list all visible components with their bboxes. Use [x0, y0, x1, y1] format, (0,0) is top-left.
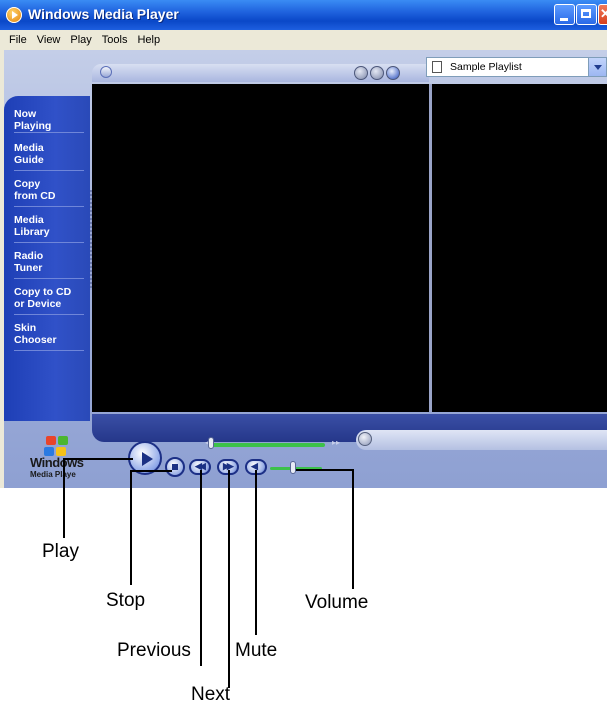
- volume-callout-line: [352, 469, 354, 589]
- menu-view[interactable]: View: [37, 34, 61, 46]
- next-callout-line: [228, 470, 230, 688]
- task-divider: [14, 314, 84, 315]
- maximize-button[interactable]: [576, 4, 597, 25]
- task-divider: [14, 206, 84, 207]
- previous-callout-line: [200, 470, 202, 666]
- play-callout-line: [63, 458, 65, 538]
- flag-red: [46, 436, 56, 445]
- document-icon: [432, 61, 442, 73]
- view-options-button[interactable]: [100, 66, 112, 78]
- stop-callout-line: [130, 470, 172, 472]
- title-bar[interactable]: Windows Media Player: [0, 0, 607, 30]
- volume-callout-line: [296, 469, 354, 471]
- next-callout-label: Next: [191, 684, 231, 705]
- playlist-pane[interactable]: [432, 84, 607, 412]
- shuffle-icon[interactable]: [358, 432, 372, 446]
- close-button[interactable]: [598, 4, 607, 25]
- window-title: Windows Media Player: [28, 6, 179, 22]
- fast-forward-icon: ▸▸: [332, 438, 341, 447]
- previous-callout-label: Previous: [117, 640, 191, 661]
- play-callout-label: Play: [42, 541, 79, 562]
- task-media-library[interactable]: Media Library: [14, 214, 86, 238]
- playlist-toggle-icon[interactable]: [386, 66, 400, 80]
- task-copy-from-cd[interactable]: Copy from CD: [14, 178, 86, 202]
- task-skin-chooser[interactable]: Skin Chooser: [14, 322, 86, 346]
- task-copy-to-cd[interactable]: Copy to CD or Device: [14, 286, 86, 310]
- volume-thumb[interactable]: [290, 461, 296, 474]
- playlist-control-strip: [356, 430, 607, 450]
- player-body: Now Playing Media Guide Copy from CD Media L…: [4, 50, 607, 488]
- media-player-window: Windows Media Player File View Play Tool…: [0, 0, 607, 488]
- stop-callout-label: Stop: [106, 590, 146, 611]
- task-divider: [14, 132, 84, 133]
- task-divider: [14, 350, 84, 351]
- menu-help[interactable]: Help: [137, 34, 160, 46]
- minimize-button[interactable]: [554, 4, 575, 25]
- mute-callout-line: [255, 470, 257, 635]
- mute-callout-label: Mute: [235, 640, 278, 661]
- playlist-select[interactable]: Sample Playlist: [426, 57, 607, 77]
- task-divider: [14, 278, 84, 279]
- playlist-name: Sample Playlist: [450, 61, 522, 73]
- menu-play[interactable]: Play: [70, 34, 91, 46]
- video-area[interactable]: [92, 84, 429, 412]
- logo-subtext: Media Playe: [30, 470, 76, 479]
- menu-bar: File View Play Tools Help: [0, 30, 607, 50]
- chevron-down-icon[interactable]: [588, 58, 606, 76]
- seek-bar[interactable]: [212, 443, 325, 447]
- equalizer-icon[interactable]: [370, 66, 384, 80]
- task-radio-tuner[interactable]: Radio Tuner: [14, 250, 86, 274]
- visualization-icon[interactable]: [354, 66, 368, 80]
- menu-file[interactable]: File: [9, 34, 27, 46]
- task-divider: [14, 242, 84, 243]
- media-player-icon: [6, 7, 22, 23]
- play-callout-line: [63, 458, 133, 460]
- seek-thumb[interactable]: [208, 437, 214, 449]
- task-media-guide[interactable]: Media Guide: [14, 142, 86, 166]
- menu-tools[interactable]: Tools: [102, 34, 128, 46]
- volume-callout-label: Volume: [305, 592, 369, 613]
- task-bar: Now Playing Media Guide Copy from CD Media L…: [4, 96, 90, 421]
- stop-button[interactable]: [165, 457, 185, 477]
- stop-callout-line: [130, 470, 132, 585]
- task-now-playing[interactable]: Now Playing: [14, 108, 86, 132]
- flag-green: [58, 436, 68, 445]
- task-divider: [14, 170, 84, 171]
